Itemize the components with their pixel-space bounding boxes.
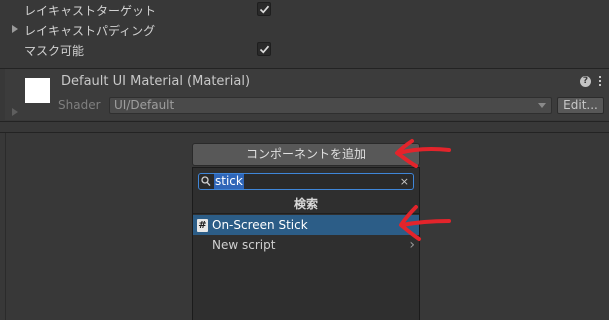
checkmark-icon [259, 5, 270, 14]
kebab-menu-icon[interactable] [598, 75, 602, 89]
search-input[interactable]: stick × [198, 173, 414, 190]
material-inspector: Default UI Material (Material) ? Shader … [5, 69, 609, 120]
material-preview-thumbnail[interactable] [25, 78, 50, 103]
foldout-arrow-icon[interactable] [12, 108, 18, 116]
checkmark-icon [259, 45, 270, 54]
panel-edge [5, 133, 6, 320]
annotation-arrow-icon [395, 139, 451, 168]
list-item-new-script[interactable]: New script › [193, 235, 419, 255]
help-icon[interactable]: ? [580, 76, 591, 87]
raycast-target-label: レイキャストターゲット [24, 4, 157, 18]
search-query-text: stick [214, 174, 244, 189]
divider [0, 132, 609, 133]
search-results-header: 検索 [193, 194, 419, 214]
maskable-checkbox[interactable] [257, 42, 271, 56]
property-row-maskable: マスク可能 [0, 40, 609, 60]
edit-shader-button[interactable]: Edit... [557, 97, 604, 114]
property-row-raycast-padding[interactable]: レイキャストパディング [0, 20, 609, 40]
add-component-popup: stick × 検索 # On-Screen Stick New script … [192, 167, 420, 320]
raycast-target-checkbox[interactable] [257, 2, 271, 16]
shader-dropdown[interactable]: UI/Default [109, 97, 552, 114]
shader-label: Shader [58, 98, 101, 112]
raycast-padding-label: レイキャストパディング [24, 24, 156, 38]
maskable-label: マスク可能 [24, 44, 85, 58]
search-icon [201, 176, 211, 187]
add-component-button[interactable]: コンポーネントを追加 [192, 143, 420, 166]
list-item-label: On-Screen Stick [212, 218, 308, 232]
script-hash-icon: # [197, 219, 208, 232]
annotation-arrow-icon [399, 205, 451, 241]
list-item-label: New script [212, 238, 276, 252]
divider [0, 121, 609, 122]
chevron-down-icon [538, 103, 546, 108]
list-item-on-screen-stick[interactable]: # On-Screen Stick [193, 215, 419, 235]
shader-value: UI/Default [114, 98, 175, 112]
clear-search-icon[interactable]: × [400, 174, 409, 189]
foldout-arrow-icon[interactable] [12, 25, 18, 33]
property-row-raycast-target: レイキャストターゲット [0, 0, 609, 20]
material-title: Default UI Material (Material) [61, 74, 251, 89]
